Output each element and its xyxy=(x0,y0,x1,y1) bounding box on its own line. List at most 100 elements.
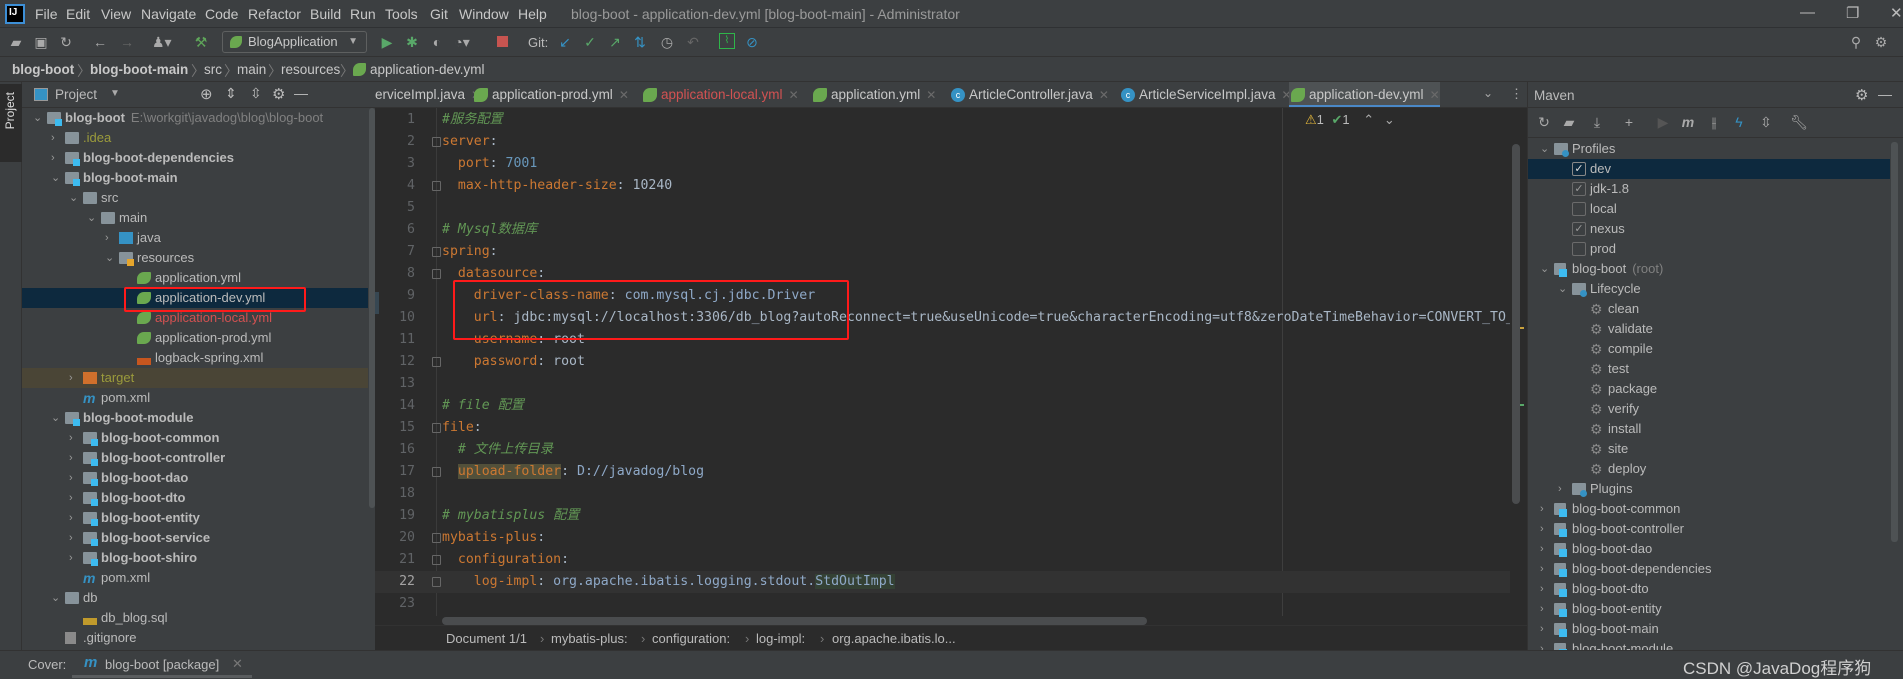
tree-item[interactable]: ⌄ blog-boot-module xyxy=(22,408,368,428)
gear-icon[interactable]: ⚙ xyxy=(1855,86,1868,104)
more-options-icon[interactable]: ⋮ xyxy=(1510,86,1523,102)
add-icon[interactable]: + xyxy=(1620,113,1638,131)
maven-tree-item[interactable]: ✓ dev xyxy=(1528,159,1890,179)
tree-item[interactable]: db_blog.sql xyxy=(22,608,368,628)
maven-tree-item[interactable]: › blog-boot-entity xyxy=(1528,599,1890,619)
chevron-right-icon[interactable]: › xyxy=(1540,619,1544,639)
close-tab-icon[interactable]: ✕ xyxy=(619,88,629,102)
tree-item[interactable]: › blog-boot-controller xyxy=(22,448,368,468)
tree-item[interactable]: ⌄ src xyxy=(22,188,368,208)
code-line[interactable]: 6 # Mysql数据库 xyxy=(375,219,1510,241)
close-tab-icon[interactable]: ✕ xyxy=(1430,88,1440,102)
chevron-down-icon[interactable]: ⌄ xyxy=(105,248,114,268)
close-icon[interactable]: ✕ xyxy=(1890,4,1903,22)
maven-tree-item[interactable]: ⚙ package xyxy=(1528,379,1890,399)
maven-tree-item[interactable]: › blog-boot-dependencies xyxy=(1528,559,1890,579)
hide-panel-icon[interactable]: — xyxy=(1878,86,1892,102)
fold-marker-icon[interactable] xyxy=(432,467,441,477)
stop-icon[interactable] xyxy=(496,36,508,47)
tree-item[interactable]: ⌄ resources xyxy=(22,248,368,268)
tree-item[interactable]: › blog-boot-dependencies xyxy=(22,148,368,168)
menu-navigate[interactable]: Navigate xyxy=(141,6,196,22)
maven-tree-item[interactable]: ⚙ clean xyxy=(1528,299,1890,319)
tree-item[interactable]: › java xyxy=(22,228,368,248)
menu-git[interactable]: Git xyxy=(430,6,448,22)
project-tree-scrollbar[interactable] xyxy=(368,108,375,648)
gear-icon[interactable]: ⚙ xyxy=(272,85,285,103)
chevron-right-icon[interactable]: › xyxy=(69,528,73,548)
chevron-right-icon[interactable]: › xyxy=(69,428,73,448)
maven-goal-icon[interactable]: m xyxy=(1679,113,1697,131)
chevron-right-icon[interactable]: › xyxy=(51,128,55,148)
code-line[interactable]: 2 server: xyxy=(375,131,1510,153)
breadcrumb-log-impl[interactable]: log-impl: xyxy=(756,631,805,646)
git-rollback-icon[interactable]: ↶ xyxy=(684,33,702,51)
code-area[interactable]: 1 #服务配置 2 server: 3 port: 7001 4 max-http-hea… xyxy=(375,108,1510,616)
profile-checkbox[interactable] xyxy=(1572,242,1586,256)
debug-icon[interactable]: ✱ xyxy=(403,33,421,51)
collapse-all-icon[interactable]: ⇳ xyxy=(1757,113,1775,131)
fold-marker-icon[interactable] xyxy=(432,357,441,367)
menu-refactor[interactable]: Refactor xyxy=(248,6,301,22)
maven-tree-item[interactable]: ⚙ verify xyxy=(1528,399,1890,419)
maven-tree-item[interactable]: ⚙ test xyxy=(1528,359,1890,379)
breadcrumb-value[interactable]: org.apache.ibatis.lo... xyxy=(832,631,956,646)
project-tool-window-tab[interactable]: Project xyxy=(0,84,22,162)
coverage-icon[interactable]: ◐ xyxy=(428,33,446,51)
run-icon[interactable]: ▶ xyxy=(1654,113,1672,131)
chevron-down-icon[interactable]: ⌄ xyxy=(69,188,78,208)
close-tab-icon[interactable]: ✕ xyxy=(232,656,243,672)
toggle-offline-icon[interactable]: ⫲ xyxy=(1705,113,1723,131)
settings-gear-icon[interactable]: ⚙ xyxy=(1872,33,1890,51)
profile-checkbox[interactable]: ✓ xyxy=(1572,222,1586,236)
chevron-right-icon[interactable]: › xyxy=(69,368,73,388)
maven-tree-item[interactable]: › blog-boot-dto xyxy=(1528,579,1890,599)
maven-tree-item[interactable]: ⚙ validate xyxy=(1528,319,1890,339)
maven-tree-item[interactable]: ⚙ compile xyxy=(1528,339,1890,359)
tree-item[interactable]: .gitignore xyxy=(22,628,368,648)
run-tab-label[interactable]: blog-boot [package] xyxy=(105,657,219,672)
maven-tree-scrollbar[interactable] xyxy=(1891,142,1898,542)
breadcrumb-src[interactable]: src xyxy=(204,62,222,77)
tabs-dropdown-icon[interactable]: ⌄ xyxy=(1483,86,1493,100)
editor-tab[interactable]: application.yml ✕ xyxy=(811,82,936,107)
chevron-right-icon[interactable]: › xyxy=(1540,539,1544,559)
chevron-down-icon[interactable]: ⌄ xyxy=(51,168,60,188)
inspection-widget[interactable]: ⚠1 ✔1 ⌃ ⌄ xyxy=(1305,112,1395,128)
tree-item[interactable]: ⌄ db xyxy=(22,588,368,608)
save-icon[interactable]: ▣ xyxy=(32,33,50,51)
editor-tab[interactable]: application-dev.yml ✕ xyxy=(1289,82,1440,107)
editor-tab[interactable]: erviceImpl.java✕ xyxy=(375,82,481,107)
menu-build[interactable]: Build xyxy=(310,6,341,22)
chevron-right-icon[interactable]: › xyxy=(1540,599,1544,619)
tree-item[interactable]: › blog-boot-common xyxy=(22,428,368,448)
editor-vertical-scrollbar[interactable] xyxy=(1512,144,1520,504)
previous-highlight-icon[interactable]: ⌃ xyxy=(1363,112,1374,127)
menu-run[interactable]: Run xyxy=(350,6,376,22)
chevron-down-icon[interactable]: ⌄ xyxy=(1558,279,1567,299)
maven-tree-item[interactable]: › blog-boot-module xyxy=(1528,639,1890,650)
tree-item[interactable]: › blog-boot-dto xyxy=(22,488,368,508)
editor-tab[interactable]: application-prod.yml ✕ xyxy=(472,82,629,107)
code-line[interactable]: 5 xyxy=(375,197,1510,219)
maven-tree-item[interactable]: ✓ jdk-1.8 xyxy=(1528,179,1890,199)
breadcrumb-mybatis-plus[interactable]: mybatis-plus: xyxy=(551,631,628,646)
skip-tests-icon[interactable]: ϟ xyxy=(1730,113,1748,131)
breadcrumb-document[interactable]: Document 1/1 xyxy=(446,631,527,646)
chevron-right-icon[interactable]: › xyxy=(1540,519,1544,539)
menu-window[interactable]: Window xyxy=(459,6,509,22)
chevron-down-icon[interactable]: ⌄ xyxy=(51,588,60,608)
profile-checkbox[interactable]: ✓ xyxy=(1572,182,1586,196)
maven-tree-item[interactable]: prod xyxy=(1528,239,1890,259)
code-editor[interactable]: 1 #服务配置 2 server: 3 port: 7001 4 max-http-hea… xyxy=(375,108,1527,650)
fold-marker-icon[interactable] xyxy=(432,533,441,543)
breadcrumb-main[interactable]: main xyxy=(237,62,266,77)
editor-tab[interactable]: c ArticleServiceImpl.java ✕ xyxy=(1119,82,1292,107)
minimize-icon[interactable]: — xyxy=(1800,4,1815,21)
chevron-down-icon[interactable]: ⌄ xyxy=(87,208,96,228)
chevron-down-icon[interactable]: ⌄ xyxy=(1540,259,1549,279)
run-icon[interactable]: ▶ xyxy=(378,33,396,51)
close-tab-icon[interactable]: ✕ xyxy=(789,88,799,102)
search-icon[interactable]: ⚲ xyxy=(1847,33,1865,51)
maven-tree-item[interactable]: › blog-boot-main xyxy=(1528,619,1890,639)
